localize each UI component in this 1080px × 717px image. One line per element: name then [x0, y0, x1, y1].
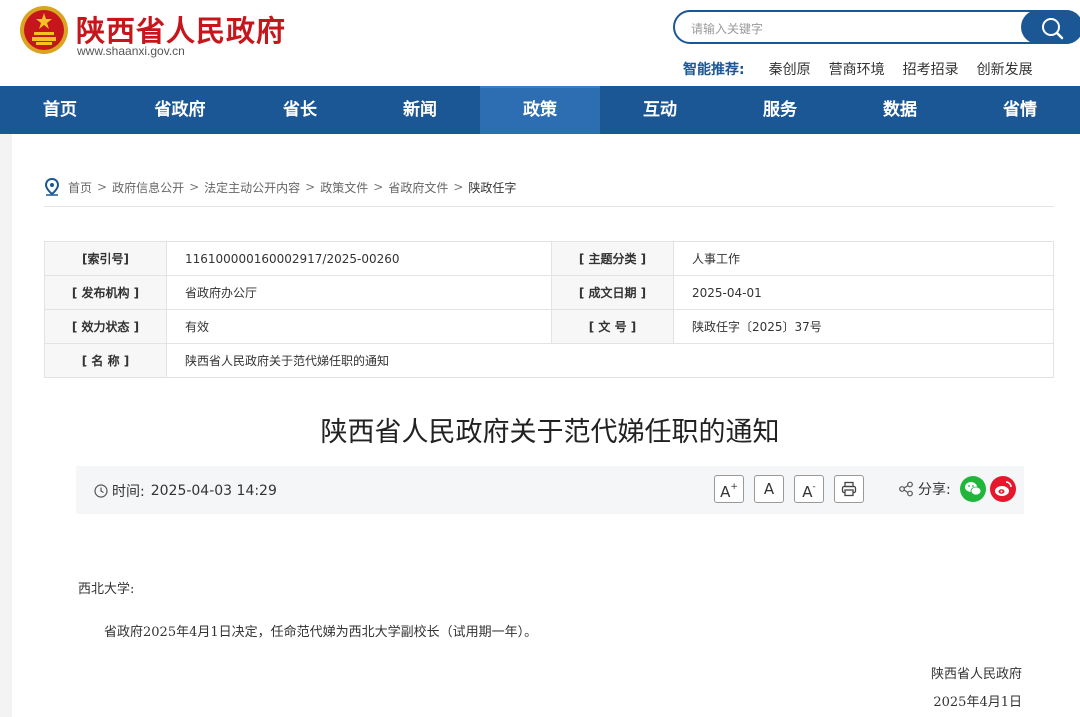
search-input[interactable]: [689, 18, 1013, 40]
location-pin-icon: [44, 178, 60, 196]
meta-label-date: [ 成文日期 ]: [551, 275, 674, 310]
clock-icon: [94, 484, 108, 498]
recommend-link[interactable]: 秦创原: [769, 59, 811, 79]
minus-icon: -: [812, 482, 816, 492]
article-title: 陕西省人民政府关于范代娣任职的通知: [320, 417, 780, 448]
publish-time: 时间: 2025-04-03 14:29: [94, 481, 277, 501]
table-row: [ 名 称 ] 陕西省人民政府关于范代娣任职的通知: [44, 343, 1054, 378]
nav-item-data[interactable]: 数据: [840, 86, 960, 134]
share-area: 分享:: [898, 479, 951, 499]
table-row: [ 发布机构 ] 省政府办公厅 [ 成文日期 ] 2025-04-01: [44, 275, 1054, 310]
search-box: [673, 10, 1080, 44]
breadcrumb-separator: >: [97, 180, 108, 194]
font-default-button[interactable]: A: [754, 475, 784, 503]
nav-item-policy[interactable]: 政策: [480, 86, 600, 134]
table-row: [ 效力状态 ] 有效 [ 文 号 ] 陕政任字〔2025〕37号: [44, 309, 1054, 344]
nav-item-home[interactable]: 首页: [0, 86, 120, 134]
meta-value-date: 2025-04-01: [673, 275, 1054, 310]
table-row: [索引号] 116100000160002917/2025-00260 [ 主题…: [44, 241, 1054, 276]
search-button[interactable]: [1021, 10, 1080, 44]
meta-label-topic: [ 主题分类 ]: [551, 241, 674, 276]
breadcrumb: 首页 > 政府信息公开 > 法定主动公开内容 > 政策文件 > 省政府文件 > …: [44, 178, 516, 196]
nav-item-service[interactable]: 服务: [720, 86, 840, 134]
time-value: 2025-04-03 14:29: [150, 483, 277, 499]
meta-value-publisher: 省政府办公厅: [166, 275, 552, 310]
meta-label-index: [索引号]: [44, 241, 167, 276]
breadcrumb-item[interactable]: 政策文件: [320, 179, 368, 196]
breadcrumb-divider: [44, 206, 1054, 207]
meta-value-index: 116100000160002917/2025-00260: [166, 241, 552, 276]
salutation: 西北大学:: [78, 582, 135, 597]
share-label: 分享:: [918, 482, 951, 498]
font-decrease-button[interactable]: A-: [794, 475, 824, 503]
nav-item-interaction[interactable]: 互动: [600, 86, 720, 134]
wechat-icon: [965, 482, 982, 496]
recommend-link[interactable]: 营商环境: [829, 59, 885, 79]
site-url: www.shaanxi.gov.cn: [77, 44, 185, 58]
breadcrumb-separator: >: [373, 180, 384, 194]
recommend-bar: 智能推荐: 秦创原 营商环境 招考招录 创新发展: [683, 59, 1051, 79]
wechat-share-button[interactable]: [960, 476, 986, 502]
breadcrumb-item[interactable]: 法定主动公开内容: [204, 179, 300, 196]
document-meta-table: [索引号] 116100000160002917/2025-00260 [ 主题…: [44, 241, 1054, 378]
breadcrumb-separator: >: [305, 180, 316, 194]
nav-item-governor[interactable]: 省长: [240, 86, 360, 134]
share-icon: [899, 481, 913, 497]
meta-label-status: [ 效力状态 ]: [44, 309, 167, 344]
site-header: 陕西省人民政府 www.shaanxi.gov.cn 智能推荐: 秦创原 营商环…: [0, 0, 1080, 86]
sign-date: 2025年4月1日: [933, 695, 1022, 710]
breadcrumb-item[interactable]: 政府信息公开: [112, 179, 184, 196]
meta-label-publisher: [ 发布机构 ]: [44, 275, 167, 310]
meta-value-status: 有效: [166, 309, 552, 344]
main-nav: 首页 省政府 省长 新闻 政策 互动 服务 数据 省情: [0, 86, 1080, 134]
signature: 陕西省人民政府: [930, 667, 1022, 682]
plus-icon: +: [730, 482, 738, 492]
printer-icon: [841, 481, 857, 497]
breadcrumb-item[interactable]: 首页: [68, 179, 92, 196]
font-increase-label: A: [720, 483, 731, 501]
font-decrease-label: A: [802, 483, 813, 501]
weibo-share-button[interactable]: [990, 476, 1016, 502]
meta-label-docno: [ 文 号 ]: [551, 309, 674, 344]
national-emblem-icon[interactable]: [18, 4, 70, 56]
breadcrumb-item[interactable]: 省政府文件: [388, 179, 448, 196]
breadcrumb-current[interactable]: 陕政任字: [468, 179, 516, 196]
meta-value-name: 陕西省人民政府关于范代娣任职的通知: [166, 343, 1054, 378]
nav-item-news[interactable]: 新闻: [360, 86, 480, 134]
search-icon: [1042, 18, 1064, 40]
meta-value-docno: 陕政任字〔2025〕37号: [673, 309, 1054, 344]
breadcrumb-separator: >: [189, 180, 200, 194]
print-button[interactable]: [834, 475, 864, 503]
time-label: 时间:: [112, 484, 145, 500]
article-toolbar: 时间: 2025-04-03 14:29 A+ A A- 分享:: [76, 466, 1024, 514]
weibo-icon: [995, 481, 1012, 496]
article-paragraph: 省政府2025年4月1日决定，任命范代娣为西北大学副校长（试用期一年）。: [104, 625, 538, 640]
nav-item-government[interactable]: 省政府: [120, 86, 240, 134]
breadcrumb-separator: >: [453, 180, 464, 194]
main-content: 首页 > 政府信息公开 > 法定主动公开内容 > 政策文件 > 省政府文件 > …: [0, 134, 1080, 717]
meta-label-name: [ 名 称 ]: [44, 343, 167, 378]
recommend-link[interactable]: 招考招录: [903, 59, 959, 79]
nav-item-province[interactable]: 省情: [960, 86, 1080, 134]
meta-value-topic: 人事工作: [673, 241, 1054, 276]
recommend-label: 智能推荐:: [683, 62, 745, 78]
recommend-link[interactable]: 创新发展: [977, 59, 1033, 79]
font-increase-button[interactable]: A+: [714, 475, 744, 503]
